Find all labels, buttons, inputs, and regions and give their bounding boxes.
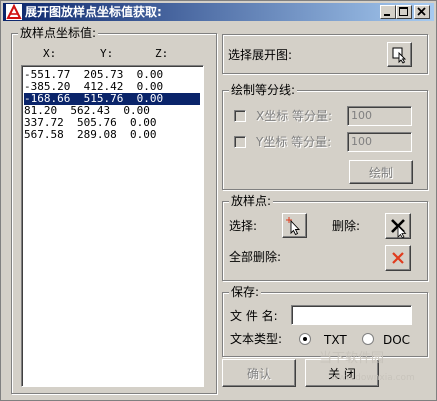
delete-all-button[interactable] [385, 245, 411, 271]
header-x: X: [43, 47, 57, 60]
delete-all-label: 全部删除: [229, 250, 282, 264]
delete-all-x-icon [392, 252, 404, 264]
filename-label: 文 件 名: [230, 309, 278, 323]
maximize-button[interactable] [396, 5, 412, 19]
select-point-label: 选择: [229, 219, 258, 233]
contour-group-title: 绘制等分线: [229, 83, 298, 97]
minimize-icon [384, 14, 390, 16]
coords-group-title: 放样点坐标值: [18, 26, 99, 40]
delete-point-label: 删除: [332, 219, 361, 233]
save-group-title: 保存: [229, 285, 262, 299]
draw-button[interactable]: 绘制 [349, 160, 413, 184]
y-axis-checkbox[interactable] [234, 136, 246, 148]
watermark-text: 当下软件园 [319, 351, 385, 366]
window-title: 展开图放样点坐标值获取: [25, 5, 162, 19]
txt-radio[interactable] [299, 333, 311, 345]
ok-button-label: 确认 [246, 366, 271, 381]
ok-button[interactable]: 确认 [222, 359, 296, 387]
points-group-title: 放样点: [229, 194, 274, 208]
list-item[interactable]: 567.58 289.08 0.00 [24, 129, 156, 141]
delete-x-icon [391, 219, 407, 239]
maximize-icon [399, 7, 408, 16]
header-z: Z: [155, 47, 169, 60]
minimize-button[interactable] [380, 5, 396, 19]
x-division-input[interactable]: 100 [347, 106, 412, 126]
filename-input[interactable] [291, 305, 412, 325]
select-drawing-label: 选择展开图: [228, 48, 293, 62]
watermark-url: www.downxia.com [331, 373, 415, 383]
app-icon [6, 4, 22, 20]
x-axis-label: X坐标 等分量: [256, 109, 333, 123]
doc-radio[interactable] [362, 333, 374, 345]
draw-button-label: 绘制 [368, 165, 393, 180]
select-point-button[interactable] [282, 213, 307, 238]
x-axis-checkbox[interactable] [234, 110, 246, 122]
delete-point-button[interactable] [385, 213, 411, 239]
select-drawing-button[interactable] [387, 42, 412, 67]
header-y: Y: [100, 47, 114, 60]
filetype-label: 文本类型: [230, 332, 283, 346]
y-division-input[interactable]: 100 [347, 132, 412, 152]
pointer-cursor-icon [286, 217, 301, 236]
main-window: 展开图放样点坐标值获取: 放样点坐标值: X: Y: Z: -551.77 20… [0, 0, 437, 401]
close-x-icon [417, 7, 426, 16]
title-bar[interactable]: 展开图放样点坐标值获取: [3, 3, 434, 21]
txt-radio-label: TXT [324, 333, 347, 347]
y-axis-label: Y坐标 等分量: [256, 135, 332, 149]
coords-listbox[interactable]: -551.77 205.73 0.00 -385.20 412.42 0.00 … [21, 65, 204, 387]
select-pointer-icon [392, 47, 407, 64]
doc-radio-label: DOC [383, 333, 411, 347]
close-button[interactable] [414, 5, 430, 19]
